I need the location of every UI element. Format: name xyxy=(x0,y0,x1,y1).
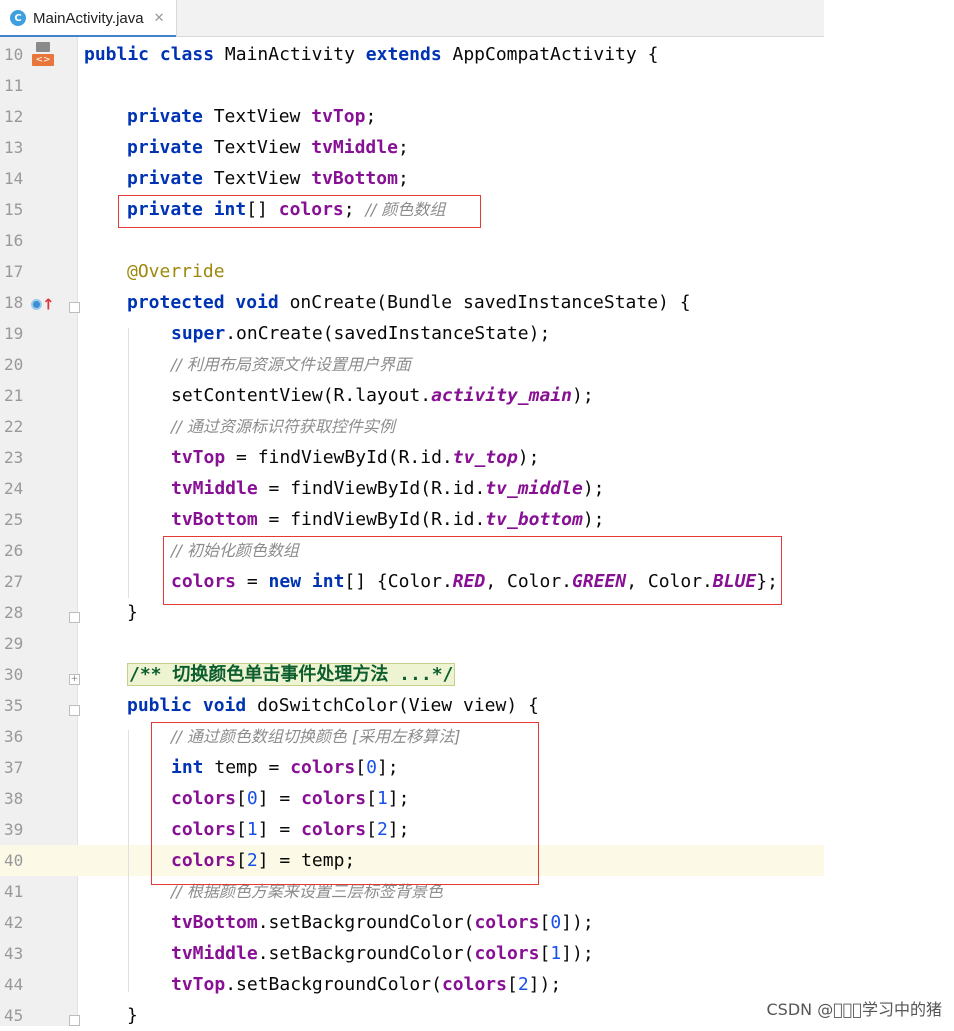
line-number: 28 xyxy=(4,603,24,622)
line-number: 26 xyxy=(4,541,24,560)
line-number: 41 xyxy=(4,882,24,901)
editor-tab-bar: C MainActivity.java ✕ xyxy=(0,0,824,37)
line-number: 12 xyxy=(4,107,24,126)
line-number: 15 xyxy=(4,200,24,219)
highlight-box-init xyxy=(163,536,782,605)
code-line-35: public void doSwitchColor(View view) { xyxy=(127,695,539,716)
line-number: 44 xyxy=(4,975,24,994)
code-line-44: tvTop.setBackgroundColor(colors[2]); xyxy=(171,974,562,995)
line-number: 14 xyxy=(4,169,24,188)
line-number: 24 xyxy=(4,479,24,498)
line-number: 22 xyxy=(4,417,24,436)
line-number: 13 xyxy=(4,138,24,157)
code-line-14: private TextView tvBottom; xyxy=(127,168,409,189)
implementation-gutter-icon[interactable]: <> xyxy=(32,42,54,66)
highlight-box-switch xyxy=(151,722,539,885)
line-number: 37 xyxy=(4,758,24,777)
code-line-25: tvBottom = findViewById(R.id.tv_bottom); xyxy=(171,509,605,530)
folded-doc-comment[interactable]: /** 切换颜色单击事件处理方法 ...*/ xyxy=(127,663,456,686)
line-number: 40 xyxy=(4,851,24,870)
line-number: 10 xyxy=(4,45,24,64)
line-number: 11 xyxy=(4,76,24,95)
fold-marker[interactable] xyxy=(69,705,80,716)
tab-label: MainActivity.java xyxy=(33,9,144,27)
code-line-42: tvBottom.setBackgroundColor(colors[0]); xyxy=(171,912,594,933)
line-number: 17 xyxy=(4,262,24,281)
line-number: 39 xyxy=(4,820,24,839)
indent-guide xyxy=(128,730,129,992)
line-number: 16 xyxy=(4,231,24,250)
code-line-22: // 通过资源标识符获取控件实例 xyxy=(171,417,395,436)
code-line-23: tvTop = findViewById(R.id.tv_top); xyxy=(171,447,540,468)
line-number: 23 xyxy=(4,448,24,467)
fold-marker[interactable] xyxy=(69,302,80,313)
line-number: 42 xyxy=(4,913,24,932)
code-line-18: protected void onCreate(Bundle savedInst… xyxy=(127,292,691,313)
line-number: 19 xyxy=(4,324,24,343)
fold-marker[interactable] xyxy=(69,612,80,623)
line-number: 21 xyxy=(4,386,24,405)
line-number: 45 xyxy=(4,1006,24,1025)
line-number: 29 xyxy=(4,634,24,653)
code-line-28: } xyxy=(127,602,138,623)
code-line-30[interactable]: /** 切换颜色单击事件处理方法 ...*/ xyxy=(127,659,456,690)
line-number: 30 xyxy=(4,665,24,684)
code-line-21: setContentView(R.layout.activity_main); xyxy=(171,385,594,406)
code-line-20: // 利用布局资源文件设置用户界面 xyxy=(171,355,411,374)
code-line-19: super.onCreate(savedInstanceState); xyxy=(171,323,551,344)
watermark: CSDN @   学习中的猪 xyxy=(766,1000,942,1019)
line-number: 43 xyxy=(4,944,24,963)
code-line-17: @Override xyxy=(127,261,225,282)
line-number: 38 xyxy=(4,789,24,808)
override-gutter-icon[interactable]: ↑ xyxy=(31,294,55,314)
line-number: 27 xyxy=(4,572,24,591)
expand-fold-marker[interactable]: + xyxy=(69,674,80,685)
java-class-icon: C xyxy=(10,10,26,26)
fold-marker[interactable] xyxy=(69,1015,80,1026)
code-line-43: tvMiddle.setBackgroundColor(colors[1]); xyxy=(171,943,594,964)
code-line-24: tvMiddle = findViewById(R.id.tv_middle); xyxy=(171,478,605,499)
line-number: 25 xyxy=(4,510,24,529)
close-icon[interactable]: ✕ xyxy=(154,10,165,26)
line-number: 20 xyxy=(4,355,24,374)
indent-guide xyxy=(128,328,129,598)
code-line-13: private TextView tvMiddle; xyxy=(127,137,409,158)
tab-mainactivity-java[interactable]: C MainActivity.java ✕ xyxy=(0,0,177,37)
line-number: 18 xyxy=(4,293,24,312)
line-number: 36 xyxy=(4,727,24,746)
code-line-45: } xyxy=(127,1005,138,1026)
highlight-box-field xyxy=(118,195,481,228)
line-number: 35 xyxy=(4,696,24,715)
code-line-10: public class MainActivity extends AppCom… xyxy=(84,44,659,65)
code-line-12: private TextView tvTop; xyxy=(127,106,377,127)
